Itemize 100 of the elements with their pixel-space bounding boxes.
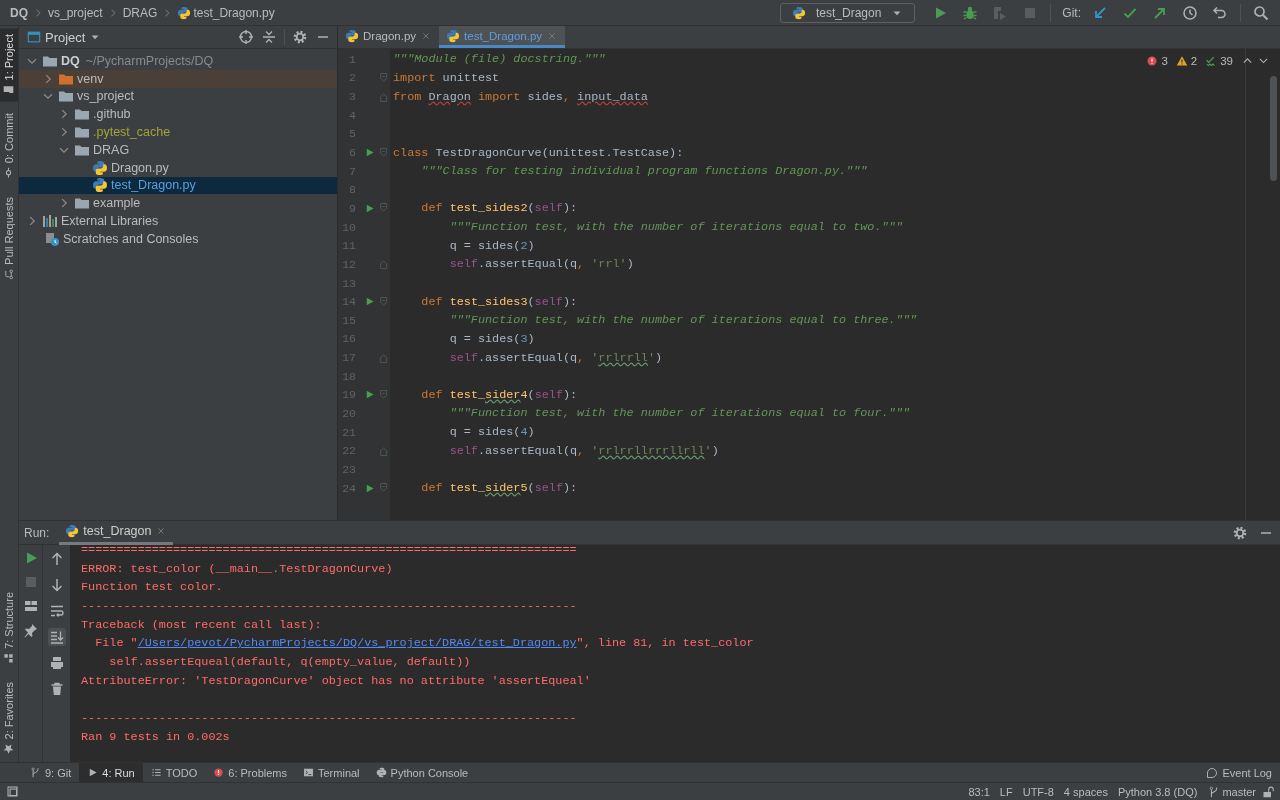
run-configuration-dropdown[interactable]: test_Dragon bbox=[779, 2, 916, 23]
tree-item[interactable]: vs_project bbox=[19, 87, 337, 106]
code-line: def test_sider4(self): bbox=[420, 387, 578, 402]
locate-icon[interactable] bbox=[238, 29, 254, 45]
update-arrow-icon[interactable] bbox=[1092, 4, 1108, 21]
code-line: import unittest bbox=[393, 70, 500, 85]
pin-icon[interactable] bbox=[22, 622, 39, 638]
separator-line: ====================================================================== bbox=[81, 542, 578, 559]
tree-item[interactable]: External Libraries bbox=[19, 212, 337, 230]
tool-window-tab[interactable]: 7: Structure bbox=[0, 585, 18, 670]
fold-icon[interactable] bbox=[378, 146, 390, 159]
output-line: ERROR: test_color (__main__.TestDragonCurve) bbox=[81, 560, 394, 578]
list-icon bbox=[150, 767, 162, 778]
tool-window-tab[interactable]: 6: Problems bbox=[205, 763, 295, 782]
tool-window-tab[interactable]: Python Console bbox=[367, 763, 477, 782]
status-item[interactable]: Python 3.8 (DQ) bbox=[1112, 785, 1203, 798]
panel-icon bbox=[27, 30, 41, 44]
breadcrumb[interactable]: vs_project bbox=[48, 5, 103, 20]
settings-icon[interactable] bbox=[292, 29, 308, 45]
project-path: ~/PycharmProjects/DQ bbox=[85, 53, 214, 68]
tool-windows-icon[interactable] bbox=[6, 785, 19, 798]
status-item[interactable]: 83:1 bbox=[963, 785, 995, 798]
tool-window-tab[interactable]: 4: Run bbox=[79, 763, 143, 782]
code-line: """Function test, with the number of iterations equal to two.""" bbox=[448, 220, 903, 235]
code-line: def test_sides2(self): bbox=[420, 201, 578, 216]
status-item[interactable]: 4 spaces bbox=[1058, 785, 1113, 798]
breadcrumb[interactable]: test_Dragon.py bbox=[177, 5, 275, 20]
git-label: Git: bbox=[1062, 5, 1081, 20]
code-line: """Module (file) docstring.""" bbox=[393, 52, 606, 67]
event-log-button[interactable]: Event Log bbox=[1198, 763, 1280, 782]
output-line: AttributeError: 'TestDragonCurve' object has no attribute 'assertEqueal' bbox=[81, 672, 592, 690]
fold-icon[interactable] bbox=[378, 202, 390, 215]
python-icon bbox=[65, 524, 80, 538]
python-file-icon bbox=[92, 177, 108, 194]
tool-window-tab[interactable]: 9: Git bbox=[22, 763, 80, 782]
editor-tab[interactable]: Dragon.py bbox=[338, 26, 440, 48]
fold-end-icon[interactable] bbox=[378, 90, 390, 103]
tool-window-tab[interactable]: Pull Requests bbox=[0, 190, 18, 286]
warning-icon bbox=[1175, 54, 1188, 67]
code-line: def test_sider5(self): bbox=[420, 481, 578, 496]
python-file-icon bbox=[446, 28, 461, 43]
history-clock-icon[interactable] bbox=[1182, 4, 1198, 21]
run-label: Run: bbox=[24, 525, 50, 540]
tree-item[interactable]: DQ ~/PycharmProjects/DQ bbox=[19, 52, 337, 70]
tree-item[interactable]: .github bbox=[19, 105, 337, 124]
search-icon[interactable] bbox=[1253, 4, 1269, 21]
tree-item[interactable]: DRAG bbox=[19, 141, 337, 159]
file-link[interactable]: /Users/pevot/PycharmProjects/DQ/vs_project/DRAG/test_Dragon.py bbox=[137, 636, 577, 651]
tree-item[interactable]: venv bbox=[19, 69, 337, 88]
output-line: Function test color. bbox=[81, 579, 224, 597]
branch-widget[interactable]: master bbox=[1202, 785, 1262, 798]
tool-window-tab[interactable]: TODO bbox=[142, 763, 206, 782]
collapse-all-icon[interactable] bbox=[261, 29, 277, 45]
pull-request-icon bbox=[3, 268, 15, 280]
tree-item[interactable]: Dragon.py bbox=[19, 158, 337, 177]
separator-line: ---------------------------------------------------------------------- bbox=[81, 598, 578, 616]
fold-icon[interactable] bbox=[378, 295, 390, 308]
tool-window-tab[interactable]: Terminal bbox=[295, 763, 368, 782]
fold-icon[interactable] bbox=[378, 482, 390, 495]
debug-icon[interactable] bbox=[962, 4, 979, 21]
output-line: self.assertEqueal(default, q(empty_value, default)) bbox=[108, 654, 472, 672]
status-item[interactable]: UTF-8 bbox=[1017, 785, 1059, 798]
tree-item[interactable]: test_Dragon.py bbox=[19, 176, 337, 195]
output-line: File "/Users/pevot/PycharmProjects/DQ/vs_project/DRAG/test_Dragon.py", line 81, in test_color bbox=[94, 635, 755, 653]
code-line: q = sides(3) bbox=[448, 331, 535, 346]
layout-icon[interactable] bbox=[22, 598, 39, 614]
tree-item[interactable]: example bbox=[19, 194, 337, 213]
scrollbar-thumb[interactable] bbox=[1270, 76, 1277, 181]
tool-window-tab[interactable]: 0: Commit bbox=[0, 107, 18, 185]
terminal-icon bbox=[303, 767, 314, 778]
python-icon bbox=[375, 767, 387, 778]
project-view-dropdown[interactable]: Project bbox=[45, 29, 102, 45]
tree-item[interactable]: Scratches and Consoles bbox=[19, 229, 337, 248]
unlocked-icon[interactable] bbox=[1262, 785, 1274, 798]
settings-icon[interactable] bbox=[1232, 524, 1248, 541]
fold-end-icon[interactable] bbox=[378, 444, 390, 457]
tree-item[interactable]: .pytest_cache bbox=[19, 123, 337, 141]
fold-icon[interactable] bbox=[378, 388, 390, 401]
python-file-icon bbox=[92, 159, 108, 176]
fold-end-icon[interactable] bbox=[378, 351, 390, 364]
breadcrumb[interactable]: DRAG bbox=[122, 5, 158, 20]
fold-icon[interactable] bbox=[378, 71, 390, 84]
folder-icon bbox=[3, 84, 15, 96]
status-item[interactable]: LF bbox=[994, 785, 1018, 798]
scratches-icon bbox=[44, 230, 60, 247]
tool-window-tab[interactable]: 1: Project bbox=[0, 28, 18, 102]
breadcrumb[interactable]: DQ bbox=[10, 5, 28, 20]
error-icon bbox=[1146, 54, 1159, 67]
code-line: self.assertEqual(q, 'rrlrrllrrrllrll') bbox=[448, 443, 719, 458]
scroll-to-end-icon[interactable] bbox=[47, 628, 66, 646]
fold-end-icon[interactable] bbox=[378, 258, 390, 271]
output-line: Ran 9 tests in 0.002s bbox=[81, 728, 231, 746]
code-line: def test_sides3(self): bbox=[420, 294, 578, 309]
tool-window-tab[interactable]: 2: Favorites bbox=[0, 675, 18, 760]
rollback-icon[interactable] bbox=[1212, 4, 1228, 21]
code-line: """Function test, with the number of iterations equal to four.""" bbox=[448, 406, 910, 421]
project-name: DQ bbox=[61, 53, 80, 68]
run-tab[interactable]: test_Dragon bbox=[59, 520, 174, 545]
error-icon bbox=[213, 767, 225, 778]
editor-tab[interactable]: test_Dragon.py bbox=[439, 26, 566, 48]
